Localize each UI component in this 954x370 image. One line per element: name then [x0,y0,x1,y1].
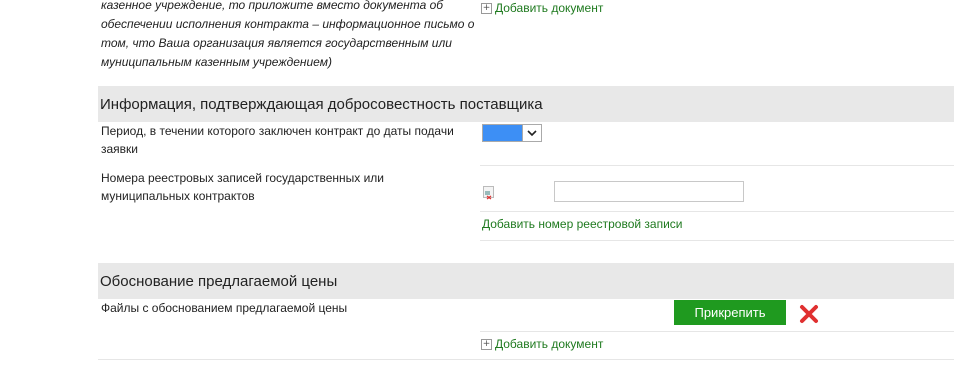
files-label: Файлы с обоснованием предлагаемой цены [101,301,348,315]
chevron-down-icon[interactable] [522,125,541,141]
add-document-label: Добавить документ [495,337,604,351]
section-title: Информация, подтверждающая добросовестно… [100,95,543,113]
remove-icon[interactable] [799,304,819,324]
add-document-link-top[interactable]: + Добавить документ [481,1,603,15]
period-label: Период, в течении которого заключен конт… [101,124,454,156]
select-selected-value [483,125,523,141]
add-document-label: Добавить документ [495,1,604,15]
section-header-reliability: Информация, подтверждающая добросовестно… [98,86,954,122]
divider [98,359,954,360]
section-title: Обоснование предлагаемой цены [100,272,338,290]
period-select[interactable] [482,124,542,142]
add-registry-link[interactable]: Добавить номер реестровой записи [482,217,683,231]
plus-icon: + [481,2,492,14]
registry-label: Номера реестровых записей государственны… [101,171,385,203]
guarantee-note: казенное учреждение, то приложите вместо… [101,0,475,69]
attach-button[interactable]: Прикрепить [674,300,786,325]
divider [480,211,954,212]
registry-number-input[interactable] [554,181,744,202]
plus-icon: + [481,338,492,350]
divider [480,240,954,241]
section-header-price: Обоснование предлагаемой цены [98,263,954,299]
add-document-link-price[interactable]: + Добавить документ [481,337,603,351]
broken-image-icon [483,186,494,200]
divider [480,331,954,332]
divider [480,165,954,166]
